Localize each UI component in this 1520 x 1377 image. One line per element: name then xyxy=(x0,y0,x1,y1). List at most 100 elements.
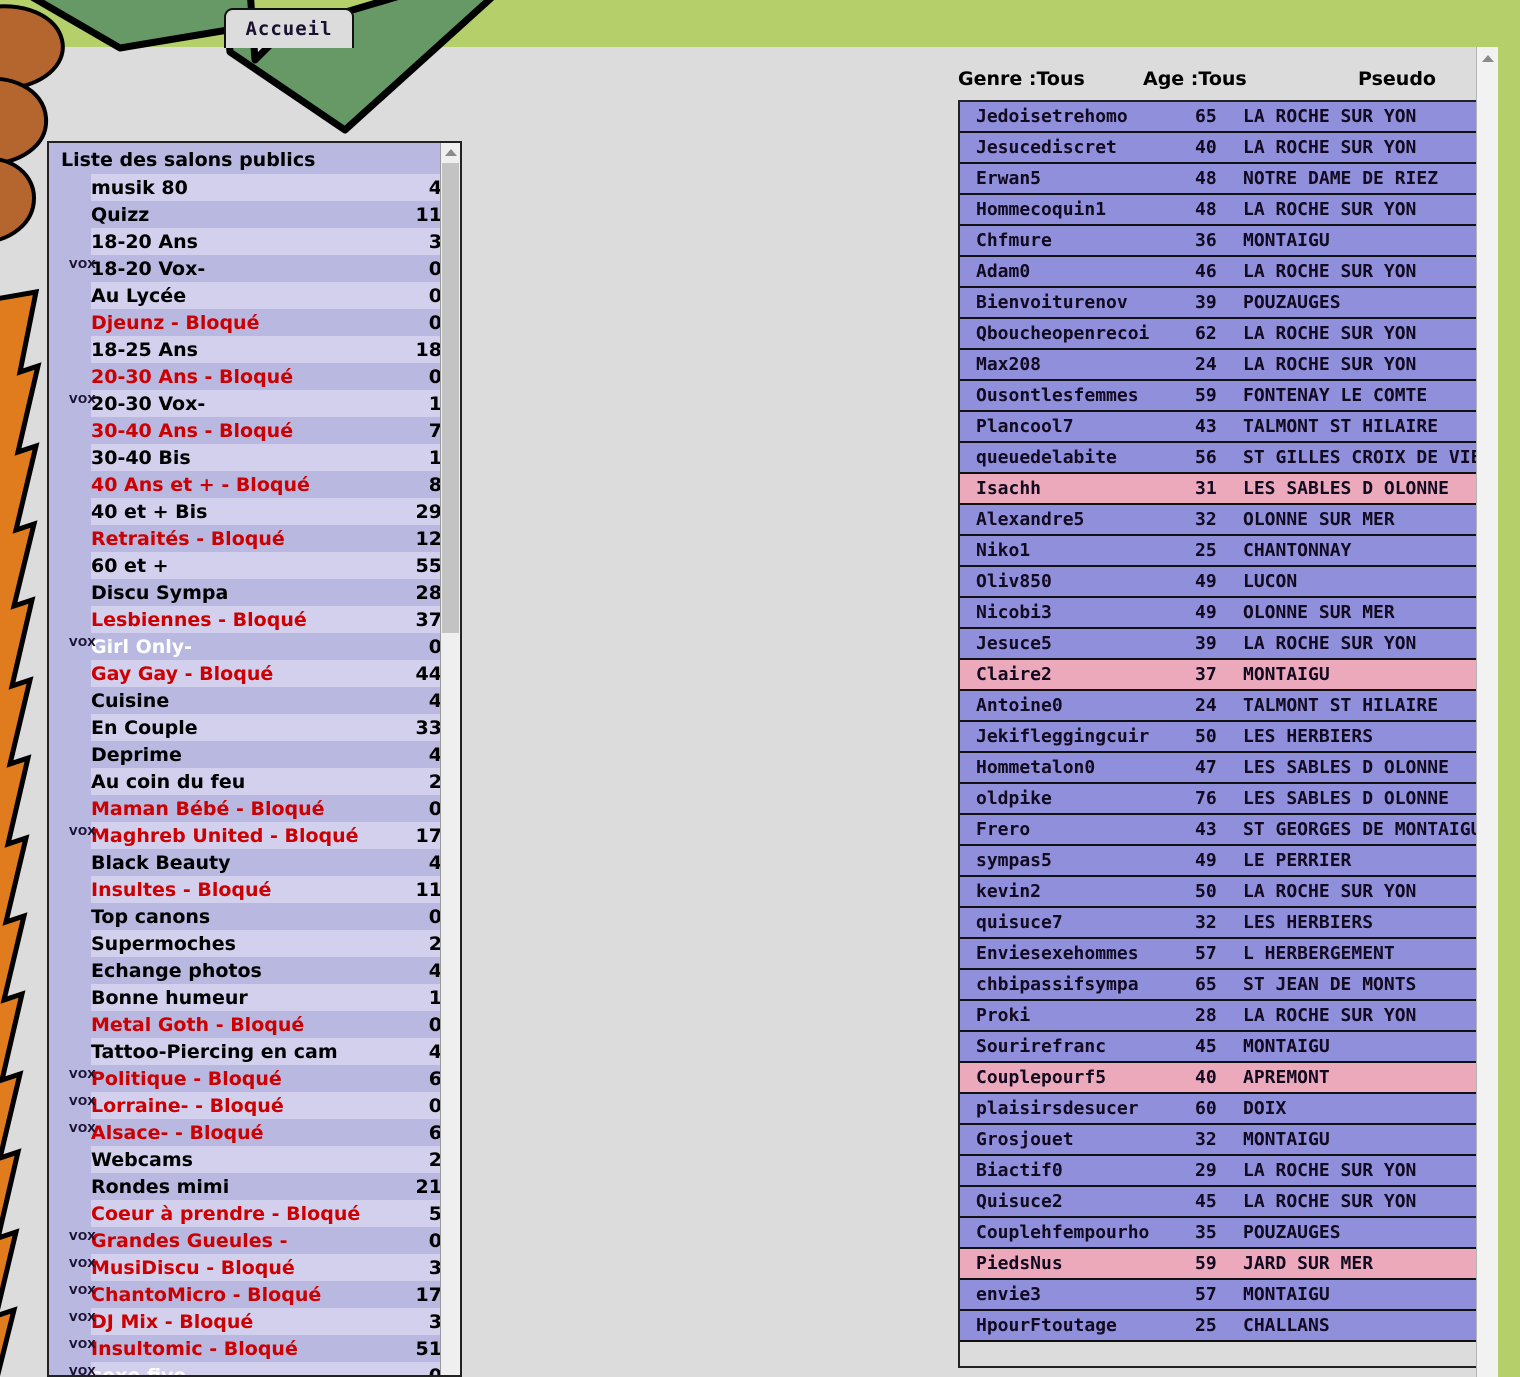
user-nickname: Jekifleggingcuir xyxy=(976,726,1150,747)
salon-row[interactable]: Djeunz - Bloqué 0 xyxy=(91,309,442,336)
user-row[interactable]: Grosjouet 32 MONTAIGU xyxy=(960,1125,1476,1156)
user-row[interactable]: Adam0 46 LA ROCHE SUR YON xyxy=(960,257,1476,288)
salon-row[interactable]: 18-25 Ans 18 xyxy=(91,336,442,363)
user-row[interactable]: Couplehfempourho 35 POUZAUGES xyxy=(960,1218,1476,1249)
user-row[interactable]: Bienvoiturenov 39 POUZAUGES xyxy=(960,288,1476,319)
user-row[interactable]: Biactif0 29 LA ROCHE SUR YON xyxy=(960,1156,1476,1187)
user-row[interactable]: Sourirefranc 45 MONTAIGU xyxy=(960,1032,1476,1063)
salon-row[interactable]: Echange photos 4 xyxy=(91,957,442,984)
salon-row[interactable]: VOX 18-20 Vox- 0 xyxy=(69,255,442,282)
user-row[interactable]: Couplepourf5 40 APREMONT xyxy=(960,1063,1476,1094)
salon-row[interactable]: 40 et + Bis 29 xyxy=(91,498,442,525)
scroll-up-icon[interactable] xyxy=(441,143,460,161)
page-scrollbar[interactable] xyxy=(1476,47,1498,1377)
user-row[interactable]: chbipassifsympa 65 ST JEAN DE MONTS xyxy=(960,970,1476,1001)
salon-row[interactable]: VOX Grandes Gueules -0 xyxy=(69,1227,442,1254)
salons-scrollbar-thumb[interactable] xyxy=(442,163,459,633)
page-scroll-up-icon[interactable] xyxy=(1477,47,1499,69)
user-row[interactable]: Hommecoquin1 48 LA ROCHE SUR YON xyxy=(960,195,1476,226)
salon-row[interactable]: Cuisine 4 xyxy=(91,687,442,714)
user-row[interactable]: Jedoisetrehomo 65 LA ROCHE SUR YON xyxy=(960,102,1476,133)
salon-row[interactable]: VOX ChantoMicro - Bloqué 17 xyxy=(69,1281,442,1308)
salon-row[interactable]: Au Lycée 0 xyxy=(91,282,442,309)
salon-row[interactable]: VOX 20-30 Vox- 1 xyxy=(69,390,442,417)
user-row[interactable]: Max208 24 LA ROCHE SUR YON xyxy=(960,350,1476,381)
user-row[interactable]: Jesuce5 39 LA ROCHE SUR YON xyxy=(960,629,1476,660)
salon-row[interactable]: Gay Gay - Bloqué 44 xyxy=(91,660,442,687)
salon-row[interactable]: Quizz 11 xyxy=(91,201,442,228)
user-row[interactable]: Ousontlesfemmes 59 FONTENAY LE COMTE xyxy=(960,381,1476,412)
salons-scrollbar[interactable] xyxy=(440,143,460,1375)
salon-row[interactable]: Black Beauty 4 xyxy=(91,849,442,876)
salon-row[interactable]: Au coin du feu 2 xyxy=(91,768,442,795)
user-row[interactable]: Niko1 25 CHANTONNAY xyxy=(960,536,1476,567)
user-row[interactable]: Erwan5 48 NOTRE DAME DE RIEZ xyxy=(960,164,1476,195)
salon-row[interactable]: musik 80 4 xyxy=(91,174,442,201)
salon-row[interactable]: Lesbiennes - Bloqué 37 xyxy=(91,606,442,633)
salon-row[interactable]: Rondes mimi 21 xyxy=(91,1173,442,1200)
user-row[interactable]: Antoine0 24 TALMONT ST HILAIRE xyxy=(960,691,1476,722)
salon-row[interactable]: Insultes - Bloqué 11 xyxy=(91,876,442,903)
user-row[interactable]: queuedelabite 56 ST GILLES CROIX DE VIE xyxy=(960,443,1476,474)
salon-row[interactable]: VOX sexe five 0 xyxy=(69,1362,442,1375)
user-row[interactable]: plaisirsdesucer 60 DOIX xyxy=(960,1094,1476,1125)
salon-row[interactable]: En Couple 33 xyxy=(91,714,442,741)
user-row[interactable]: kevin2 50 LA ROCHE SUR YON xyxy=(960,877,1476,908)
filter-pseudo[interactable]: Pseudo xyxy=(1358,68,1478,90)
user-row[interactable]: Qboucheopenrecoi 62 LA ROCHE SUR YON xyxy=(960,319,1476,350)
salon-row[interactable]: Discu Sympa 28 xyxy=(91,579,442,606)
user-row[interactable]: HpourFtoutage 25 CHALLANS xyxy=(960,1311,1476,1342)
tab-accueil[interactable]: Accueil xyxy=(224,8,354,48)
salon-row[interactable]: Maman Bébé - Bloqué 0 xyxy=(91,795,442,822)
salon-row[interactable]: VOX Girl Only- 0 xyxy=(69,633,442,660)
user-row[interactable]: Proki 28 LA ROCHE SUR YON xyxy=(960,1001,1476,1032)
salon-row[interactable]: Retraités - Bloqué 12 xyxy=(91,525,442,552)
salon-row[interactable]: Webcams 2 xyxy=(91,1146,442,1173)
salon-row[interactable]: 30-40 Bis 1 xyxy=(91,444,442,471)
salon-row[interactable]: VOX Lorraine- - Bloqué 0 xyxy=(69,1092,442,1119)
user-row[interactable]: PiedsNus 59 JARD SUR MER xyxy=(960,1249,1476,1280)
salon-row[interactable]: Metal Goth - Bloqué 0 xyxy=(91,1011,442,1038)
user-row[interactable]: Enviesexehommes 57 L HERBERGEMENT xyxy=(960,939,1476,970)
salon-row[interactable]: Deprime 4 xyxy=(91,741,442,768)
user-row[interactable]: Claire2 37 MONTAIGU xyxy=(960,660,1476,691)
salon-row[interactable]: VOX Insultomic - Bloqué 51 xyxy=(69,1335,442,1362)
user-row[interactable]: sympas5 49 LE PERRIER xyxy=(960,846,1476,877)
salon-row[interactable]: 40 Ans et + - Bloqué 8 xyxy=(91,471,442,498)
user-age: 49 xyxy=(1195,571,1217,592)
salon-row[interactable]: Supermoches 2 xyxy=(91,930,442,957)
user-city: LA ROCHE SUR YON xyxy=(1243,634,1417,653)
salon-row[interactable]: Bonne humeur 1 xyxy=(91,984,442,1011)
salon-row[interactable]: VOX MusiDiscu - Bloqué 3 xyxy=(69,1254,442,1281)
user-row[interactable]: Isachh 31 LES SABLES D OLONNE xyxy=(960,474,1476,505)
user-city: LA ROCHE SUR YON xyxy=(1243,138,1417,157)
salon-row[interactable]: Tattoo-Piercing en cam 4 xyxy=(91,1038,442,1065)
user-row[interactable]: Oliv850 49 LUCON xyxy=(960,567,1476,598)
user-row[interactable]: oldpike 76 LES SABLES D OLONNE xyxy=(960,784,1476,815)
filter-age[interactable]: Age :Tous xyxy=(1143,68,1358,90)
salon-row[interactable]: VOX Alsace- - Bloqué 6 xyxy=(69,1119,442,1146)
user-nickname: Enviesexehommes xyxy=(976,943,1139,964)
filter-genre[interactable]: Genre :Tous xyxy=(958,68,1143,90)
salon-row[interactable]: 30-40 Ans - Bloqué 7 xyxy=(91,417,442,444)
user-row[interactable]: quisuce7 32 LES HERBIERS xyxy=(960,908,1476,939)
user-row[interactable]: envie3 57 MONTAIGU xyxy=(960,1280,1476,1311)
user-row[interactable]: Frero 43 ST GEORGES DE MONTAIGU xyxy=(960,815,1476,846)
user-row[interactable]: Hommetalon0 47 LES SABLES D OLONNE xyxy=(960,753,1476,784)
user-row[interactable]: Chfmure 36 MONTAIGU xyxy=(960,226,1476,257)
user-age: 60 xyxy=(1195,1098,1217,1119)
salon-row[interactable]: VOX DJ Mix - Bloqué 3 xyxy=(69,1308,442,1335)
salon-row[interactable]: 18-20 Ans 3 xyxy=(91,228,442,255)
user-row[interactable]: Jekifleggingcuir 50 LES HERBIERS xyxy=(960,722,1476,753)
salon-row[interactable]: Coeur à prendre - Bloqué 5 xyxy=(91,1200,442,1227)
salon-row[interactable]: 60 et + 55 xyxy=(91,552,442,579)
salon-row[interactable]: VOX Maghreb United - Bloqué 17 xyxy=(69,822,442,849)
user-row[interactable]: Plancool7 43 TALMONT ST HILAIRE xyxy=(960,412,1476,443)
user-row[interactable]: Quisuce2 45 LA ROCHE SUR YON xyxy=(960,1187,1476,1218)
salon-row[interactable]: VOX Politique - Bloqué 6 xyxy=(69,1065,442,1092)
user-row[interactable]: Alexandre5 32 OLONNE SUR MER xyxy=(960,505,1476,536)
user-row[interactable]: Jesucediscret 40 LA ROCHE SUR YON xyxy=(960,133,1476,164)
user-row[interactable]: Nicobi3 49 OLONNE SUR MER xyxy=(960,598,1476,629)
salon-row[interactable]: Top canons 0 xyxy=(91,903,442,930)
salon-row[interactable]: 20-30 Ans - Bloqué 0 xyxy=(91,363,442,390)
